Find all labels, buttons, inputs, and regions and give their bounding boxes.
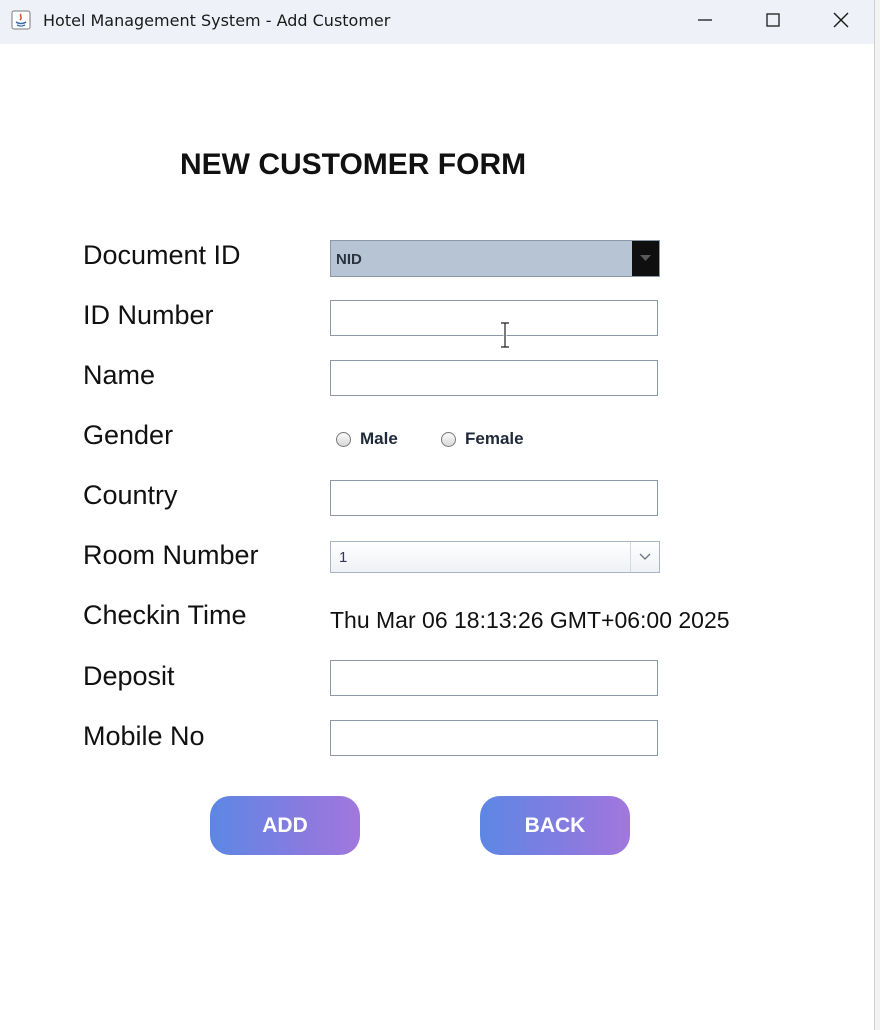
mobile-no-label: Mobile No <box>83 721 205 751</box>
close-icon <box>833 12 849 28</box>
dropdown-arrow-button[interactable] <box>630 542 659 572</box>
chevron-down-icon <box>639 553 651 560</box>
country-label: Country <box>83 480 178 510</box>
gender-radio-male[interactable]: Male <box>336 428 398 450</box>
gender-label: Gender <box>83 420 174 450</box>
gender-male-label: Male <box>360 429 398 448</box>
back-button[interactable]: BACK <box>480 796 630 855</box>
room-number-selected-value: 1 <box>339 549 348 566</box>
document-id-selected-value: NID <box>336 251 362 268</box>
add-customer-window: Hotel Management System - Add Customer N… <box>0 0 874 1030</box>
background-window-edge <box>874 0 880 1030</box>
document-id-label: Document ID <box>83 240 241 270</box>
text-cursor-icon <box>501 322 509 348</box>
form-heading: NEW CUSTOMER FORM <box>180 148 527 181</box>
document-id-dropdown[interactable]: NID <box>330 240 660 277</box>
caret-down-icon <box>640 255 651 261</box>
checkin-time-value: Thu Mar 06 18:13:26 GMT+06:00 2025 <box>330 607 730 633</box>
minimize-button[interactable] <box>682 0 728 40</box>
deposit-input[interactable] <box>330 660 658 696</box>
id-number-label: ID Number <box>83 300 214 330</box>
gender-radio-female[interactable]: Female <box>441 428 524 450</box>
deposit-label: Deposit <box>83 661 175 691</box>
checkin-time-label: Checkin Time <box>83 600 247 630</box>
maximize-button[interactable] <box>750 0 796 40</box>
room-number-dropdown[interactable]: 1 <box>330 541 660 573</box>
mobile-no-input[interactable] <box>330 720 658 756</box>
window-title: Hotel Management System - Add Customer <box>43 11 391 30</box>
maximize-icon <box>766 13 780 27</box>
java-app-icon <box>11 10 31 30</box>
dropdown-arrow-button[interactable] <box>632 241 659 276</box>
close-button[interactable] <box>818 0 864 40</box>
radio-circle-icon[interactable] <box>336 431 351 447</box>
minimize-icon <box>698 19 712 21</box>
country-input[interactable] <box>330 480 658 516</box>
room-number-label: Room Number <box>83 540 259 570</box>
gender-female-label: Female <box>465 429 524 448</box>
id-number-input[interactable] <box>330 300 658 336</box>
radio-circle-icon[interactable] <box>441 431 456 447</box>
add-button[interactable]: ADD <box>210 796 360 855</box>
name-input[interactable] <box>330 360 658 396</box>
name-label: Name <box>83 360 156 390</box>
title-bar: Hotel Management System - Add Customer <box>0 0 874 44</box>
